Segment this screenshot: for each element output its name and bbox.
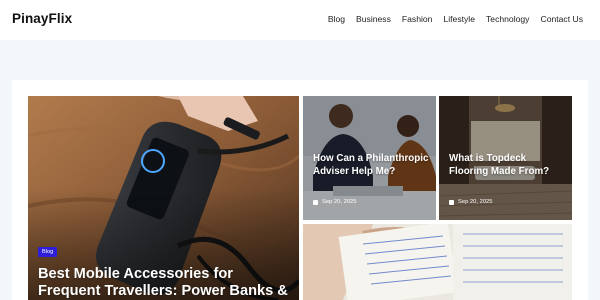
- calendar-icon: [313, 199, 318, 205]
- post-date: Sep 20, 2025: [322, 199, 357, 205]
- post-card[interactable]: How Can a Philanthropic Adviser Help Me?…: [303, 96, 436, 220]
- featured-post-title[interactable]: Best Mobile Accessories for Frequent Tra…: [38, 266, 298, 300]
- featured-post-card[interactable]: Blog Best Mobile Accessories for Frequen…: [28, 96, 299, 300]
- post-title[interactable]: What is Topdeck Flooring Made From?: [449, 152, 567, 178]
- main-nav: Blog Business Fashion Lifestyle Technolo…: [328, 14, 583, 24]
- nav-blog[interactable]: Blog: [328, 14, 345, 24]
- nav-lifestyle[interactable]: Lifestyle: [443, 14, 475, 24]
- post-card[interactable]: What is Topdeck Flooring Made From? Sep …: [439, 96, 572, 220]
- calendar-icon: [449, 199, 454, 205]
- post-meta: Sep 20, 2025: [313, 199, 357, 205]
- nav-business[interactable]: Business: [356, 14, 391, 24]
- nav-fashion[interactable]: Fashion: [402, 14, 433, 24]
- post-date: Sep 20, 2025: [458, 199, 493, 205]
- post-card[interactable]: [303, 224, 572, 300]
- post-image: [303, 224, 572, 300]
- post-meta: Sep 20, 2025: [449, 199, 493, 205]
- post-title[interactable]: How Can a Philanthropic Adviser Help Me?: [313, 152, 431, 178]
- nav-technology[interactable]: Technology: [486, 14, 529, 24]
- category-badge[interactable]: Blog: [38, 247, 58, 257]
- site-logo[interactable]: PinayFlix: [12, 11, 72, 26]
- nav-contact-us[interactable]: Contact Us: [540, 14, 583, 24]
- site-header: PinayFlix Blog Business Fashion Lifestyl…: [0, 0, 600, 40]
